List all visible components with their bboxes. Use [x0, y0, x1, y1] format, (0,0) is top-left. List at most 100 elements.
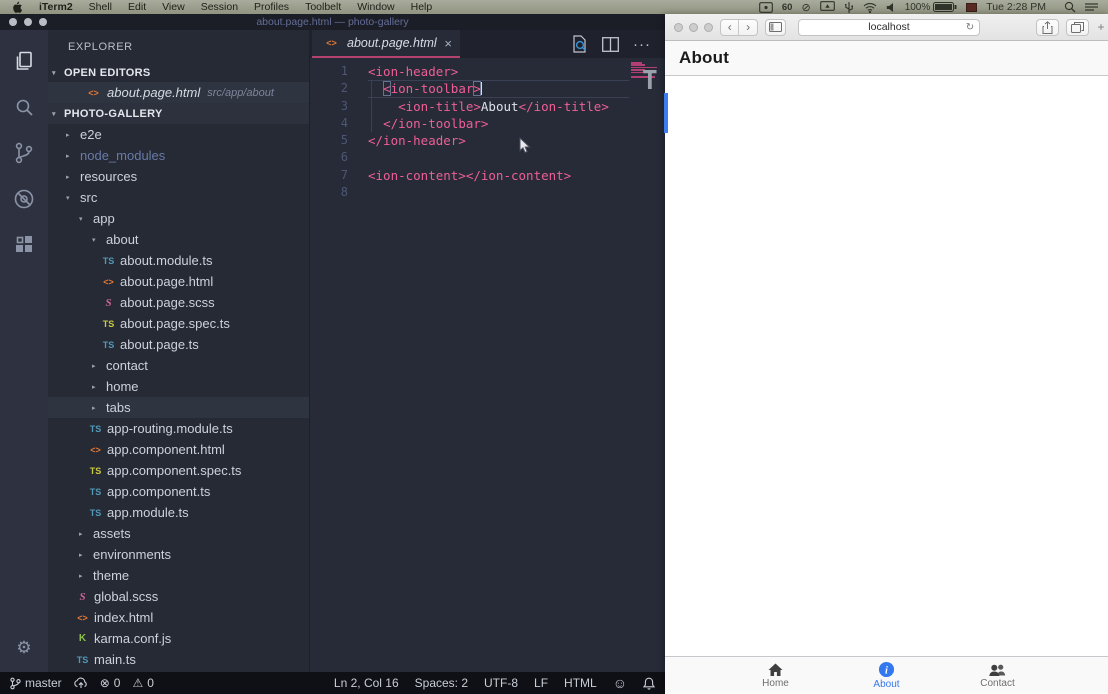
zoom-window-button[interactable]	[704, 23, 713, 32]
ionic-tab-about[interactable]: iAbout	[831, 657, 942, 693]
menu-shell[interactable]: Shell	[81, 0, 120, 14]
new-tab-button[interactable]: +	[1094, 19, 1108, 36]
menu-profiles[interactable]: Profiles	[246, 0, 297, 14]
files-icon[interactable]	[0, 38, 48, 84]
tree-item-app[interactable]: ▾app	[48, 208, 309, 229]
open-editors-section[interactable]: ▾ OPEN EDITORS	[48, 63, 309, 82]
errors-indicator[interactable]: ⊗ 0	[100, 676, 121, 690]
forward-button[interactable]: ›	[739, 20, 756, 35]
menu-session[interactable]: Session	[193, 0, 246, 14]
screen-record-icon[interactable]	[759, 2, 773, 13]
project-section[interactable]: ▾ PHOTO-GALLERY	[48, 103, 309, 124]
status-item[interactable]: Ln 2, Col 16	[334, 676, 399, 690]
warnings-indicator[interactable]: ⚠ 0	[132, 676, 153, 690]
source-control-icon[interactable]	[0, 130, 48, 176]
tree-item-app.component.spec.ts[interactable]: TSapp.component.spec.ts	[48, 460, 309, 481]
find-in-file-icon[interactable]	[571, 35, 588, 53]
usb-icon[interactable]	[844, 1, 854, 14]
tree-item-environments[interactable]: ▸environments	[48, 544, 309, 565]
close-window-button[interactable]	[9, 18, 17, 26]
share-button[interactable]	[1036, 19, 1059, 36]
feedback-smiley-icon[interactable]: ☺	[613, 675, 627, 691]
tree-item-global.scss[interactable]: Sglobal.scss	[48, 586, 309, 607]
settings-gear-icon[interactable]: ⚙	[0, 630, 48, 666]
tree-item-contact[interactable]: ▸contact	[48, 355, 309, 376]
volume-icon[interactable]	[886, 2, 896, 13]
tree-item-assets[interactable]: ▸assets	[48, 523, 309, 544]
tree-item-about.page.scss[interactable]: Sabout.page.scss	[48, 292, 309, 313]
tree-item-karma.conf.js[interactable]: Kkarma.conf.js	[48, 628, 309, 649]
code-line-5[interactable]: 5</ion-header>	[310, 132, 665, 149]
menu-help[interactable]: Help	[403, 0, 441, 14]
git-branch-indicator[interactable]: master	[10, 676, 62, 690]
tree-item-resources[interactable]: ▸resources	[48, 166, 309, 187]
open-editor-about.page.html[interactable]: <>about.page.htmlsrc/app/about	[48, 82, 309, 103]
tree-item-main.ts[interactable]: TSmain.ts	[48, 649, 309, 670]
sidebar-toggle-button[interactable]	[765, 19, 786, 36]
apple-menu-icon[interactable]	[0, 1, 31, 13]
menu-view[interactable]: View	[154, 0, 193, 14]
code-line-7[interactable]: 7<ion-content></ion-content>	[310, 167, 665, 184]
code-editor[interactable]: 1<ion-header>2 <ion-toolbar>3 <ion-title…	[310, 58, 665, 672]
status-item[interactable]: LF	[534, 676, 548, 690]
code-line-1[interactable]: 1<ion-header>	[310, 63, 665, 80]
minimize-window-button[interactable]	[24, 18, 32, 26]
tree-item-about.module.ts[interactable]: TSabout.module.ts	[48, 250, 309, 271]
minimize-window-button[interactable]	[689, 23, 698, 32]
tree-item-app.component.html[interactable]: <>app.component.html	[48, 439, 309, 460]
tab-about-page-html[interactable]: <> about.page.html ×	[312, 30, 460, 58]
tree-item-about.page.spec.ts[interactable]: TSabout.page.spec.ts	[48, 313, 309, 334]
tree-item-app.component.ts[interactable]: TSapp.component.ts	[48, 481, 309, 502]
close-window-button[interactable]	[674, 23, 683, 32]
tree-item-node_modules[interactable]: ▸node_modules	[48, 145, 309, 166]
safari-window-controls[interactable]	[674, 23, 713, 32]
extensions-icon[interactable]	[0, 222, 48, 268]
menu-bar-clock[interactable]: Tue 2:28 PM	[986, 1, 1046, 13]
vscode-titlebar[interactable]: about.page.html — photo-gallery	[0, 14, 665, 30]
debug-icon[interactable]	[0, 176, 48, 222]
tree-item-src[interactable]: ▾src	[48, 187, 309, 208]
sixty-badge-icon[interactable]: 60	[782, 2, 793, 13]
menu-toolbelt[interactable]: Toolbelt	[297, 0, 349, 14]
tree-item-app-routing.module.ts[interactable]: TSapp-routing.module.ts	[48, 418, 309, 439]
search-icon[interactable]	[0, 84, 48, 130]
wifi-icon[interactable]	[863, 2, 877, 13]
code-line-3[interactable]: 3 <ion-title>About</ion-title>	[310, 98, 665, 115]
menu-extra-app-icon[interactable]	[966, 3, 977, 12]
zoom-window-button[interactable]	[39, 18, 47, 26]
dnd-icon[interactable]: ⊘	[801, 1, 810, 14]
tree-item-e2e[interactable]: ▸e2e	[48, 124, 309, 145]
tree-item-about.page.ts[interactable]: TSabout.page.ts	[48, 334, 309, 355]
tree-item-home[interactable]: ▸home	[48, 376, 309, 397]
tree-item-theme[interactable]: ▸theme	[48, 565, 309, 586]
tree-item-about.page.html[interactable]: <>about.page.html	[48, 271, 309, 292]
code-line-4[interactable]: 4 </ion-toolbar>	[310, 115, 665, 132]
code-line-2[interactable]: 2 <ion-toolbar>	[310, 80, 665, 97]
publish-icon[interactable]	[74, 677, 88, 689]
spotlight-icon[interactable]	[1064, 1, 1076, 13]
battery-indicator[interactable]: 100%	[905, 1, 958, 13]
tree-item-index.html[interactable]: <>index.html	[48, 607, 309, 628]
close-tab-icon[interactable]: ×	[440, 36, 452, 51]
code-line-6[interactable]: 6	[310, 149, 665, 166]
notifications-bell-icon[interactable]	[643, 677, 655, 690]
display-icon[interactable]	[820, 1, 835, 13]
menu-edit[interactable]: Edit	[120, 0, 154, 14]
menu-window[interactable]: Window	[349, 0, 402, 14]
ionic-tab-home[interactable]: Home	[720, 657, 831, 693]
notification-center-icon[interactable]	[1085, 2, 1098, 12]
status-item[interactable]: HTML	[564, 676, 597, 690]
status-item[interactable]: UTF-8	[484, 676, 518, 690]
split-editor-icon[interactable]	[602, 37, 619, 52]
tab-overview-button[interactable]	[1066, 19, 1089, 36]
code-line-8[interactable]: 8	[310, 184, 665, 201]
tree-item-tabs[interactable]: ▸tabs	[48, 397, 309, 418]
ionic-tab-contact[interactable]: Contact	[942, 657, 1053, 693]
back-button[interactable]: ‹	[721, 20, 739, 35]
vscode-window-controls[interactable]	[9, 18, 47, 26]
tree-item-about[interactable]: ▾about	[48, 229, 309, 250]
more-actions-icon[interactable]: ···	[633, 36, 651, 53]
menu-iterm2[interactable]: iTerm2	[31, 0, 81, 14]
reload-icon[interactable]: ↻	[966, 22, 974, 33]
status-item[interactable]: Spaces: 2	[415, 676, 468, 690]
